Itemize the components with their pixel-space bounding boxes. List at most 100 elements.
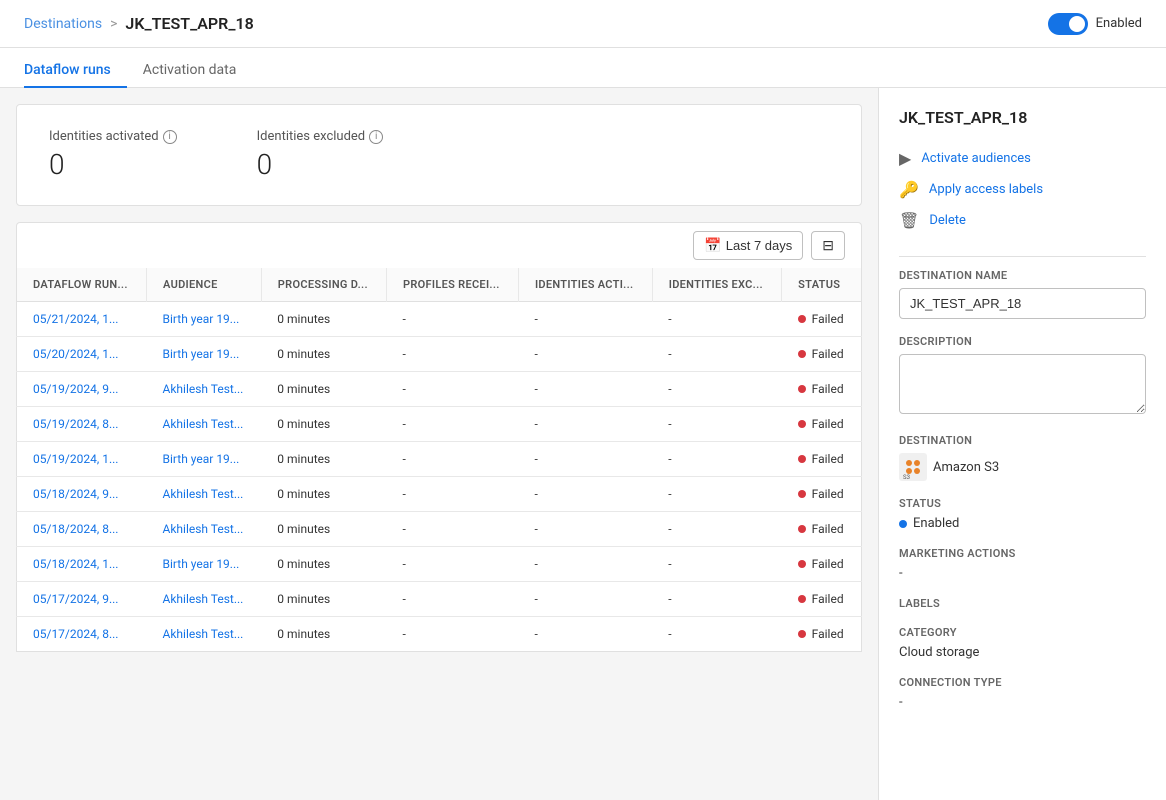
cell-profiles-2: - [387, 372, 519, 407]
destination-label: Destination [899, 434, 1146, 447]
cell-audience-0: Birth year 19... [147, 302, 262, 337]
sidebar-divider-1 [899, 256, 1146, 257]
run-link-7[interactable]: 05/18/2024, 1... [33, 557, 118, 571]
cell-run-1: 05/20/2024, 1... [17, 337, 147, 372]
audience-link-6[interactable]: Akhilesh Test... [163, 522, 244, 536]
right-sidebar: JK_TEST_APR_18 ▶ Activate audiences 🔑 Ap… [878, 88, 1166, 800]
col-header-dataflow-run: DATAFLOW RUN... [17, 268, 147, 302]
status-label-4: Failed [812, 452, 844, 466]
main-layout: Identities activated i 0 Identities excl… [0, 88, 1166, 800]
col-header-audience: AUDIENCE [147, 268, 262, 302]
identities-activated-value: 0 [49, 148, 177, 181]
filter-button[interactable]: ⊟ [811, 231, 845, 260]
cell-audience-3: Akhilesh Test... [147, 407, 262, 442]
cell-status-5: Failed [782, 477, 862, 512]
date-range-button[interactable]: 📅 Last 7 days [693, 231, 803, 260]
audience-link-7[interactable]: Birth year 19... [163, 557, 240, 571]
enabled-toggle-area: Enabled [1048, 13, 1142, 35]
cell-profiles-6: - [387, 512, 519, 547]
run-link-6[interactable]: 05/18/2024, 8... [33, 522, 118, 536]
identities-activated-info-icon[interactable]: i [163, 130, 177, 144]
dataflow-runs-table: DATAFLOW RUN... AUDIENCE PROCESSING D...… [16, 268, 862, 652]
identities-excluded-info-icon[interactable]: i [369, 130, 383, 144]
destination-field: Destination S3 Amazon S3 [899, 434, 1146, 481]
tabs-bar: Dataflow runs Activation data [0, 48, 1166, 88]
audience-link-9[interactable]: Akhilesh Test... [163, 627, 244, 641]
cell-identities-act-9: - [518, 617, 652, 652]
cell-audience-4: Birth year 19... [147, 442, 262, 477]
status-dot-failed-4 [798, 455, 806, 463]
cell-processing-6: 0 minutes [261, 512, 386, 547]
status-text: Enabled [913, 516, 959, 531]
cell-processing-4: 0 minutes [261, 442, 386, 477]
cell-profiles-8: - [387, 582, 519, 617]
filter-icon: ⊟ [822, 237, 834, 254]
col-header-status: STATUS [782, 268, 862, 302]
run-link-4[interactable]: 05/19/2024, 1... [33, 452, 118, 466]
run-link-0[interactable]: 05/21/2024, 1... [33, 312, 118, 326]
description-textarea[interactable] [899, 354, 1146, 414]
col-header-identities-exc: IDENTITIES EXC... [652, 268, 781, 302]
cell-identities-act-5: - [518, 477, 652, 512]
audience-link-1[interactable]: Birth year 19... [163, 347, 240, 361]
col-header-processing: PROCESSING D... [261, 268, 386, 302]
breadcrumb: Destinations > JK_TEST_APR_18 [24, 14, 254, 33]
cell-status-0: Failed [782, 302, 862, 337]
cell-status-3: Failed [782, 407, 862, 442]
audience-link-0[interactable]: Birth year 19... [163, 312, 240, 326]
run-link-5[interactable]: 05/18/2024, 9... [33, 487, 118, 501]
destination-name-label: Destination name [899, 269, 1146, 282]
run-link-3[interactable]: 05/19/2024, 8... [33, 417, 118, 431]
tab-dataflow-runs[interactable]: Dataflow runs [24, 54, 127, 88]
run-link-8[interactable]: 05/17/2024, 9... [33, 592, 118, 606]
activate-audiences-action[interactable]: ▶ Activate audiences [899, 143, 1146, 174]
cell-profiles-3: - [387, 407, 519, 442]
status-label-5: Failed [812, 487, 844, 501]
destination-name-input[interactable] [899, 288, 1146, 319]
activate-audiences-label: Activate audiences [921, 151, 1031, 166]
col-header-identities-act: IDENTITIES ACTI... [518, 268, 652, 302]
delete-action[interactable]: 🗑 Delete [899, 205, 1146, 236]
run-link-1[interactable]: 05/20/2024, 1... [33, 347, 118, 361]
marketing-actions-field: Marketing actions - [899, 547, 1146, 581]
status-dot-failed-6 [798, 525, 806, 533]
cell-identities-act-1: - [518, 337, 652, 372]
marketing-actions-value: - [899, 566, 1146, 581]
marketing-actions-label: Marketing actions [899, 547, 1146, 560]
delete-icon: 🗑 [899, 211, 919, 230]
audience-link-4[interactable]: Birth year 19... [163, 452, 240, 466]
apply-access-labels-action[interactable]: 🔑 Apply access labels [899, 174, 1146, 205]
run-link-2[interactable]: 05/19/2024, 9... [33, 382, 118, 396]
table-toolbar: 📅 Last 7 days ⊟ [16, 222, 862, 268]
audience-link-2[interactable]: Akhilesh Test... [163, 382, 244, 396]
cell-audience-7: Birth year 19... [147, 547, 262, 582]
apply-access-labels-label: Apply access labels [929, 182, 1043, 197]
table-row: 05/21/2024, 1... Birth year 19... 0 minu… [17, 302, 862, 337]
connection-type-field: Connection type - [899, 676, 1146, 710]
description-field: Description [899, 335, 1146, 418]
status-dot-failed-7 [798, 560, 806, 568]
top-header: Destinations > JK_TEST_APR_18 Enabled [0, 0, 1166, 48]
status-dot-failed-0 [798, 315, 806, 323]
run-link-9[interactable]: 05/17/2024, 8... [33, 627, 118, 641]
cell-identities-exc-1: - [652, 337, 781, 372]
destination-name-field: Destination name [899, 269, 1146, 319]
audience-link-5[interactable]: Akhilesh Test... [163, 487, 244, 501]
calendar-icon: 📅 [704, 237, 721, 254]
status-value: Enabled [899, 516, 1146, 531]
identities-activated-label: Identities activated i [49, 129, 177, 144]
status-label-8: Failed [812, 592, 844, 606]
left-content: Identities activated i 0 Identities excl… [0, 88, 878, 800]
cell-processing-9: 0 minutes [261, 617, 386, 652]
audience-link-3[interactable]: Akhilesh Test... [163, 417, 244, 431]
enabled-toggle[interactable] [1048, 13, 1088, 35]
tab-activation-data[interactable]: Activation data [143, 54, 253, 88]
cell-identities-act-4: - [518, 442, 652, 477]
audience-link-8[interactable]: Akhilesh Test... [163, 592, 244, 606]
cell-status-6: Failed [782, 512, 862, 547]
cell-processing-1: 0 minutes [261, 337, 386, 372]
status-label-3: Failed [812, 417, 844, 431]
breadcrumb-parent[interactable]: Destinations [24, 16, 102, 32]
sidebar-title: JK_TEST_APR_18 [899, 108, 1146, 127]
cell-status-2: Failed [782, 372, 862, 407]
